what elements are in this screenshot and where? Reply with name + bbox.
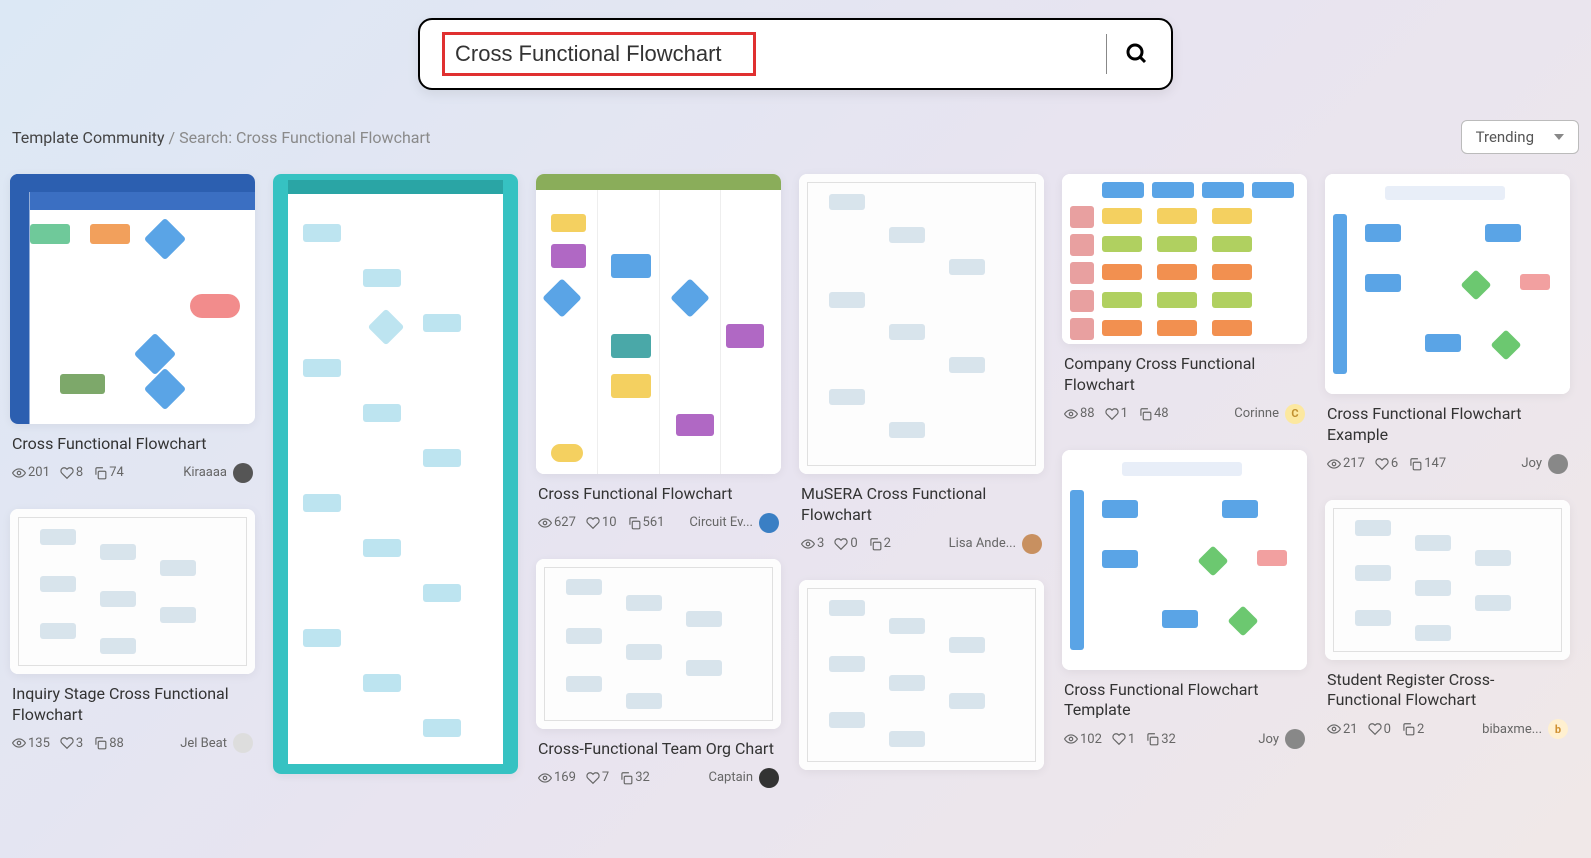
template-card[interactable] bbox=[799, 174, 1044, 474]
search-icon bbox=[1125, 42, 1149, 66]
copies-stat: 32 bbox=[1145, 732, 1176, 747]
views-stat: 169 bbox=[538, 770, 576, 785]
template-author[interactable]: Jel Beat bbox=[180, 733, 253, 753]
views-stat: 627 bbox=[538, 515, 576, 530]
likes-stat: 8 bbox=[60, 465, 83, 480]
template-title: Cross-Functional Team Org Chart bbox=[538, 739, 779, 760]
template-card[interactable] bbox=[10, 174, 255, 424]
template-title: MuSERA Cross Functional Flowchart bbox=[801, 484, 1042, 526]
likes-stat: 7 bbox=[586, 770, 609, 785]
template-thumbnail[interactable] bbox=[1062, 174, 1307, 344]
views-stat: 3 bbox=[801, 536, 824, 551]
likes-stat: 3 bbox=[60, 736, 83, 751]
template-author[interactable]: Lisa Ande... bbox=[949, 534, 1042, 554]
template-author[interactable]: Kiraaaa bbox=[183, 463, 253, 483]
template-card[interactable] bbox=[536, 174, 781, 474]
author-avatar bbox=[1285, 729, 1305, 749]
likes-stat: 10 bbox=[586, 515, 617, 530]
template-card[interactable] bbox=[273, 174, 518, 774]
template-title: Inquiry Stage Cross Functional Flowchart bbox=[12, 684, 253, 726]
breadcrumb-root[interactable]: Template Community bbox=[12, 128, 165, 147]
template-title: Cross Functional Flowchart Template bbox=[1064, 680, 1305, 722]
views-stat: 135 bbox=[12, 736, 50, 751]
breadcrumb-current: Search: Cross Functional Flowchart bbox=[179, 128, 430, 147]
template-card[interactable] bbox=[1325, 174, 1570, 394]
views-stat: 88 bbox=[1064, 406, 1095, 421]
template-thumbnail[interactable] bbox=[536, 559, 781, 729]
template-card[interactable] bbox=[799, 580, 1044, 770]
copies-stat: 561 bbox=[627, 515, 665, 530]
template-thumbnail[interactable] bbox=[273, 174, 518, 774]
template-author[interactable]: Joy bbox=[1521, 454, 1568, 474]
search-box bbox=[418, 18, 1173, 90]
template-card[interactable] bbox=[1325, 500, 1570, 660]
likes-stat: 1 bbox=[1105, 406, 1128, 421]
template-title: Student Register Cross-Functional Flowch… bbox=[1327, 670, 1568, 712]
template-author[interactable]: CorinneC bbox=[1234, 404, 1305, 424]
search-highlight bbox=[442, 32, 756, 76]
sort-dropdown[interactable]: Trending bbox=[1461, 120, 1579, 154]
template-thumbnail[interactable] bbox=[1062, 450, 1307, 670]
search-divider bbox=[1106, 34, 1107, 74]
views-stat: 102 bbox=[1064, 732, 1102, 747]
author-avatar bbox=[233, 733, 253, 753]
copies-stat: 32 bbox=[619, 770, 650, 785]
template-title: Cross Functional Flowchart bbox=[538, 484, 779, 505]
template-author[interactable]: Circuit Ev... bbox=[689, 513, 779, 533]
likes-stat: 0 bbox=[1368, 722, 1391, 737]
template-title: Cross Functional Flowchart bbox=[12, 434, 253, 455]
breadcrumb: Template Community / Search: Cross Funct… bbox=[12, 128, 431, 147]
template-author[interactable]: bibaxme...b bbox=[1482, 719, 1568, 739]
template-thumbnail[interactable] bbox=[10, 509, 255, 674]
copies-stat: 74 bbox=[93, 465, 124, 480]
template-card[interactable] bbox=[1062, 450, 1307, 670]
sort-selected: Trending bbox=[1476, 128, 1534, 146]
author-avatar: b bbox=[1548, 719, 1568, 739]
template-thumbnail[interactable] bbox=[799, 580, 1044, 770]
template-thumbnail[interactable] bbox=[799, 174, 1044, 474]
template-thumbnail[interactable] bbox=[1325, 500, 1570, 660]
author-avatar bbox=[1022, 534, 1042, 554]
author-avatar: C bbox=[1285, 404, 1305, 424]
copies-stat: 48 bbox=[1138, 406, 1169, 421]
search-input[interactable] bbox=[455, 41, 743, 67]
author-avatar bbox=[233, 463, 253, 483]
search-button[interactable] bbox=[1125, 42, 1149, 66]
template-thumbnail[interactable] bbox=[536, 174, 781, 474]
likes-stat: 6 bbox=[1375, 456, 1398, 471]
template-author[interactable]: Joy bbox=[1258, 729, 1305, 749]
template-author[interactable]: Captain bbox=[709, 768, 780, 788]
template-card[interactable] bbox=[10, 509, 255, 674]
copies-stat: 88 bbox=[93, 736, 124, 751]
template-title: Cross Functional Flowchart Example bbox=[1327, 404, 1568, 446]
copies-stat: 2 bbox=[1401, 722, 1424, 737]
likes-stat: 1 bbox=[1112, 732, 1135, 747]
template-title: Company Cross Functional Flowchart bbox=[1064, 354, 1305, 396]
template-thumbnail[interactable] bbox=[1325, 174, 1570, 394]
template-card[interactable] bbox=[1062, 174, 1307, 344]
views-stat: 21 bbox=[1327, 722, 1358, 737]
template-card[interactable] bbox=[536, 559, 781, 729]
chevron-down-icon bbox=[1554, 134, 1564, 140]
author-avatar bbox=[759, 768, 779, 788]
author-avatar bbox=[759, 513, 779, 533]
template-thumbnail[interactable] bbox=[10, 174, 255, 424]
views-stat: 217 bbox=[1327, 456, 1365, 471]
likes-stat: 0 bbox=[834, 536, 857, 551]
copies-stat: 2 bbox=[868, 536, 891, 551]
views-stat: 201 bbox=[12, 465, 50, 480]
author-avatar bbox=[1548, 454, 1568, 474]
copies-stat: 147 bbox=[1408, 456, 1446, 471]
